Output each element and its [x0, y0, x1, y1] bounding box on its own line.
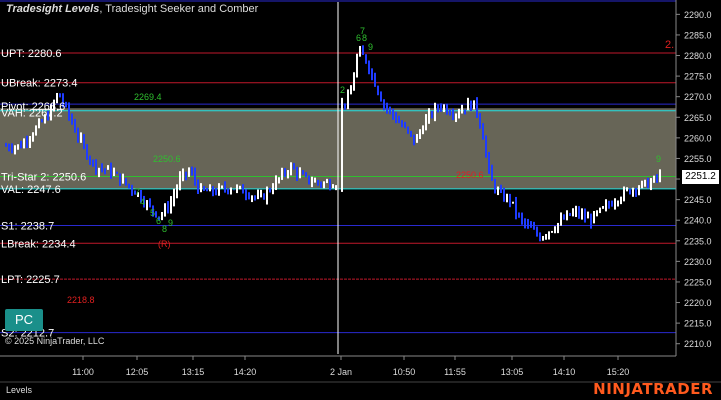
- price-tick-label: 2245.0: [684, 195, 712, 205]
- time-axis: 11:00 12:05 13:15 14:20 2 Jan 10:50 11:55 13:05…: [0, 355, 721, 383]
- current-price-marker: 2251.2: [682, 170, 719, 184]
- price-tick-label: 2225.0: [684, 277, 712, 287]
- level-label: LPT: 2225.7: [1, 274, 60, 286]
- time-tick-label: 14:20: [234, 367, 257, 377]
- counter-mark: 9: [168, 218, 173, 228]
- price-tick-label: 2280.0: [684, 51, 712, 61]
- counter-mark: 9: [368, 42, 373, 52]
- level-label: S1: 2238.7: [1, 221, 54, 233]
- counter-mark: 7: [135, 187, 140, 197]
- indicator-title: Tradesight Levels: [6, 3, 100, 15]
- chart-annotation: 2.: [665, 39, 674, 51]
- price-tick-label: 2285.0: [684, 30, 712, 40]
- time-tick-label: 13:15: [182, 367, 205, 377]
- level-label: UPT: 2280.6: [1, 48, 62, 60]
- price-tick-label: 2260.0: [684, 133, 712, 143]
- indicator-subtitle: , Tradesight Seeker and Comber: [99, 3, 259, 15]
- chart-title: Tradesight Levels, Tradesight Seeker and…: [6, 3, 258, 15]
- chart-annotation: 2269.4: [134, 92, 162, 102]
- price-tick-label: 2270.0: [684, 92, 712, 102]
- copyright-text: © 2025 NinjaTrader, LLC: [5, 336, 105, 346]
- counter-mark: 8: [162, 224, 167, 234]
- price-chart[interactable]: 2290.0 2285.0 2280.0 2275.0 2270.0 2265.0 2260…: [0, 0, 721, 400]
- price-tick-label: 2235.0: [684, 236, 712, 246]
- time-tick-label: 10:50: [393, 367, 416, 377]
- level-label: VAH: 2267.2: [1, 108, 63, 120]
- counter-mark: 8: [362, 33, 367, 43]
- counter-mark: 5: [150, 208, 155, 218]
- price-tick-label: 2240.0: [684, 216, 712, 226]
- price-tick-label: 2265.0: [684, 113, 712, 123]
- time-tick-label: 15:20: [607, 367, 630, 377]
- price-tick-label: 2220.0: [684, 298, 712, 308]
- ninjatrader-logo: NINJATRADER: [593, 380, 713, 398]
- price-tick-label: 2215.0: [684, 319, 712, 329]
- counter-mark: 9: [656, 154, 661, 164]
- price-tick-label: 2210.0: [684, 339, 712, 349]
- time-tick-label: 12:05: [126, 367, 149, 377]
- level-label: LBreak: 2234.4: [1, 238, 76, 250]
- time-tick-label: 13:05: [501, 367, 524, 377]
- price-tick-label: 2275.0: [684, 72, 712, 82]
- time-tick-label: 11:55: [444, 367, 466, 377]
- price-tick-label: 2230.0: [684, 257, 712, 267]
- price-tick-label: 2290.0: [684, 10, 712, 20]
- pc-badge[interactable]: PC: [5, 309, 43, 331]
- counter-mark: 4: [140, 197, 145, 207]
- counter-mark: 6: [156, 216, 161, 226]
- indicator-panel-label: Levels: [6, 385, 33, 395]
- level-label: UBreak: 2273.4: [1, 78, 77, 90]
- chart-annotation: 2250.6: [153, 154, 181, 164]
- time-tick-label: 2 Jan: [330, 367, 352, 377]
- level-label: VAL: 2247.6: [1, 184, 61, 196]
- counter-mark: 2: [340, 85, 345, 95]
- level-label: Tri-Star 2: 2250.6: [1, 172, 86, 184]
- counter-mark: 6: [356, 33, 361, 43]
- time-tick-label: 14:10: [553, 367, 576, 377]
- price-tick-label: 2255.0: [684, 154, 712, 164]
- chart-annotation: 2250.6: [456, 170, 484, 180]
- time-tick-label: 11:00: [72, 367, 94, 377]
- chart-annotation: (R): [158, 239, 171, 249]
- plot-area: [0, 0, 676, 354]
- chart-annotation: 2218.8: [67, 295, 95, 305]
